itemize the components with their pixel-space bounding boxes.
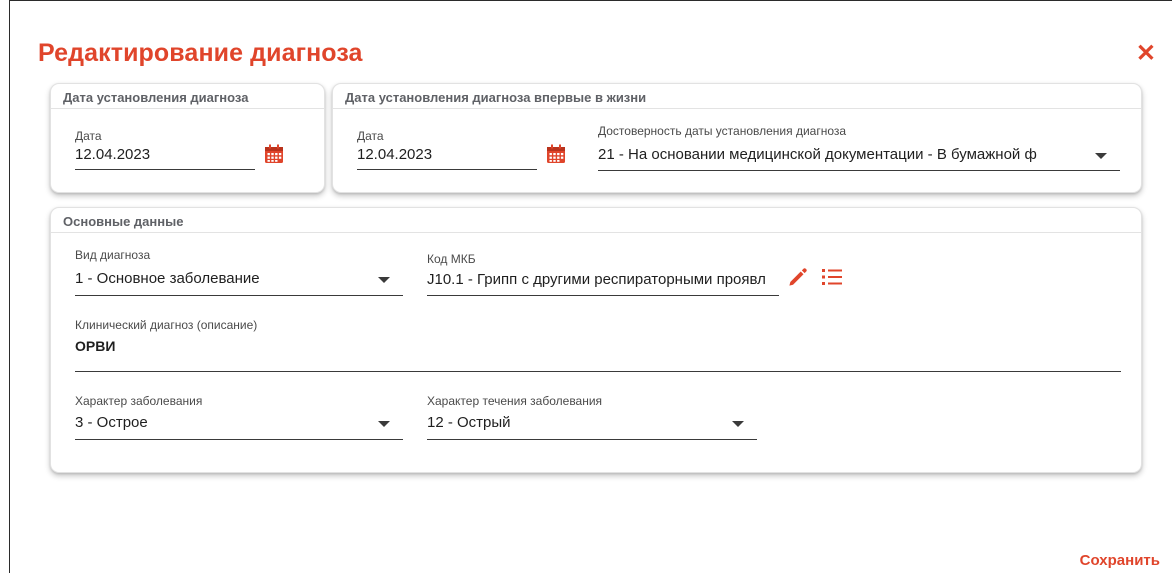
field-label: Код МКБ bbox=[427, 252, 476, 266]
diagnosis-date-card: Дата установления диагноза Дата 12.04.20… bbox=[50, 83, 325, 193]
field-label: Достоверность даты установления диагноза bbox=[598, 124, 847, 138]
field-underline bbox=[75, 169, 255, 170]
first-diagnosis-date-card: Дата установления диагноза впервые в жиз… bbox=[332, 83, 1142, 193]
card-header: Дата установления диагноза впервые в жиз… bbox=[333, 84, 1141, 109]
field-underline bbox=[427, 295, 779, 296]
diagnosis-type-value[interactable]: 1 - Основное заболевание bbox=[75, 270, 260, 287]
pencil-icon[interactable] bbox=[787, 266, 809, 288]
mkb-code-field[interactable]: Код МКБ J10.1 - Грипп с другими респират… bbox=[427, 252, 847, 298]
field-underline bbox=[427, 439, 757, 440]
first-date-field[interactable]: Дата 12.04.2023 bbox=[357, 129, 577, 174]
list-icon[interactable] bbox=[821, 267, 843, 287]
calendar-icon[interactable] bbox=[264, 144, 284, 164]
field-label: Характер заболевания bbox=[75, 394, 203, 408]
card-header: Дата установления диагноза bbox=[51, 84, 324, 109]
chevron-down-icon[interactable] bbox=[732, 421, 744, 427]
field-underline bbox=[75, 439, 403, 440]
field-label: Клинический диагноз (описание) bbox=[75, 318, 258, 332]
field-underline bbox=[75, 371, 1121, 372]
mkb-code-value[interactable]: J10.1 - Грипп с другими респираторными п… bbox=[427, 271, 779, 288]
chevron-down-icon[interactable] bbox=[1095, 153, 1107, 159]
card-header: Основные данные bbox=[51, 208, 1141, 233]
field-label: Характер течения заболевания bbox=[427, 394, 603, 408]
chevron-down-icon[interactable] bbox=[378, 277, 390, 283]
field-label: Вид диагноза bbox=[75, 248, 151, 262]
disease-nature-select[interactable]: Характер заболевания 3 - Острое bbox=[75, 394, 403, 444]
edit-diagnosis-dialog: Редактирование диагноза ✕ Дата установле… bbox=[9, 0, 1172, 573]
chevron-down-icon[interactable] bbox=[378, 421, 390, 427]
field-label: Дата bbox=[357, 129, 384, 143]
field-underline bbox=[75, 295, 403, 296]
disease-nature-value[interactable]: 3 - Острое bbox=[75, 414, 148, 431]
clinical-diagnosis-value[interactable]: ОРВИ bbox=[75, 338, 115, 354]
reliability-select[interactable]: Достоверность даты установления диагноза… bbox=[598, 124, 1120, 174]
field-underline bbox=[598, 170, 1120, 171]
reliability-value[interactable]: 21 - На основании медицинской документац… bbox=[598, 146, 1068, 163]
diagnosis-date-field[interactable]: Дата 12.04.2023 bbox=[75, 129, 290, 174]
dialog-title: Редактирование диагноза bbox=[38, 39, 363, 67]
diagnosis-type-select[interactable]: Вид диагноза 1 - Основное заболевание bbox=[75, 248, 403, 298]
disease-course-select[interactable]: Характер течения заболевания 12 - Острый bbox=[427, 394, 757, 444]
field-underline bbox=[357, 169, 537, 170]
save-button[interactable]: Сохранить bbox=[1080, 552, 1160, 569]
date-input[interactable]: 12.04.2023 bbox=[357, 146, 432, 163]
close-icon[interactable]: ✕ bbox=[1136, 41, 1156, 67]
main-data-card: Основные данные Вид диагноза 1 - Основно… bbox=[50, 207, 1142, 473]
calendar-icon[interactable] bbox=[546, 144, 566, 164]
disease-course-value[interactable]: 12 - Острый bbox=[427, 414, 511, 431]
date-input[interactable]: 12.04.2023 bbox=[75, 146, 150, 163]
clinical-diagnosis-field[interactable]: Клинический диагноз (описание) ОРВИ bbox=[75, 318, 1121, 373]
field-label: Дата bbox=[75, 129, 102, 143]
